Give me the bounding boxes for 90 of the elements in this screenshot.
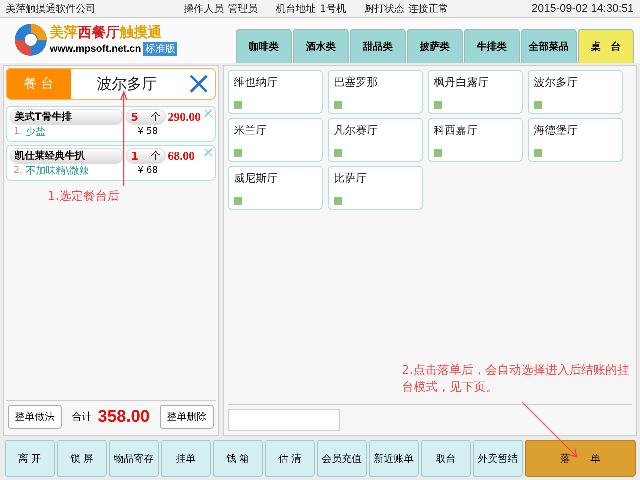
remove-icon[interactable]: [204, 148, 213, 157]
quantity-pill[interactable]: 1 个: [126, 148, 166, 164]
printer-label: 厨打状态: [364, 2, 404, 16]
quantity-pill[interactable]: 5 个: [126, 109, 166, 125]
total-label: 合计: [72, 410, 92, 424]
table-name: 威尼斯厅: [234, 171, 279, 186]
action-button[interactable]: 物品寄存: [109, 440, 159, 477]
table-tile[interactable]: 科西嘉厅: [428, 118, 523, 162]
table-tile[interactable]: 凡尔赛厅: [328, 118, 423, 162]
table-name: 科西嘉厅: [434, 123, 479, 138]
input-field[interactable]: [228, 409, 340, 431]
operator-label: 操作人员: [184, 2, 224, 16]
status-square-icon: [534, 101, 542, 109]
dish-name: 凯仕莱经典牛扒: [10, 148, 124, 164]
unit: 个: [151, 111, 161, 124]
edition-badge: 标准版: [143, 42, 178, 56]
category-tab[interactable]: 甜品类: [350, 29, 406, 63]
table-name: 凡尔赛厅: [334, 123, 379, 138]
note-index: 1.: [14, 127, 24, 137]
action-button[interactable]: 取台: [421, 440, 471, 477]
status-square-icon: [234, 149, 242, 157]
status-square-icon: [234, 197, 242, 205]
category-tab[interactable]: 全部菜品: [521, 29, 577, 63]
table-label: 餐 台: [7, 69, 71, 99]
status-square-icon: [334, 101, 342, 109]
quantity: 1: [131, 150, 139, 162]
close-icon: [189, 74, 209, 94]
category-tab[interactable]: 桌 台: [578, 29, 634, 63]
table-tile[interactable]: 维也纳厅: [228, 70, 323, 114]
table-tile[interactable]: 海德堡厅: [528, 118, 623, 162]
table-name: 米兰厅: [234, 123, 268, 138]
action-button[interactable]: 会员充值: [317, 440, 367, 477]
table-tile[interactable]: 米兰厅: [228, 118, 323, 162]
table-tile[interactable]: 巴塞罗那: [328, 70, 423, 114]
order-item-card[interactable]: 凯仕莱经典牛扒 1 个 68.00 2. 不加味精\微辣 ¥ 68: [6, 145, 216, 181]
table-name: 巴塞罗那: [334, 75, 379, 90]
action-button[interactable]: 落 单: [525, 440, 636, 477]
status-square-icon: [534, 149, 542, 157]
table-name: 枫丹白露厅: [434, 75, 490, 90]
unit: 个: [151, 150, 161, 163]
remove-icon[interactable]: [204, 109, 213, 118]
action-button[interactable]: 锁 屏: [57, 440, 107, 477]
action-button[interactable]: 新近账单: [369, 440, 419, 477]
action-button[interactable]: 估 清: [265, 440, 315, 477]
table-tile[interactable]: 比萨厅: [328, 166, 423, 210]
table-tile[interactable]: 波尔多厅: [528, 70, 623, 114]
dish-note: 不加味精\微辣: [26, 164, 90, 178]
category-tab[interactable]: 牛排类: [464, 29, 520, 63]
terminal-name: 1号机: [320, 2, 346, 16]
printer-status: 连接正常: [408, 2, 448, 16]
terminal-label: 机台地址: [276, 2, 316, 16]
action-button[interactable]: 挂单: [161, 440, 211, 477]
operator-name: 管理员: [228, 2, 258, 16]
status-square-icon: [334, 197, 342, 205]
order-item-card[interactable]: 美式T骨牛排 5 个 290.00 1. 少盐 ¥ 58: [6, 106, 216, 142]
logo-icon: [14, 23, 48, 57]
quantity: 5: [131, 110, 139, 124]
category-tab[interactable]: 披萨类: [407, 29, 463, 63]
logo-url: www.mpsoft.net.cn: [50, 44, 142, 54]
action-button[interactable]: 钱 箱: [213, 440, 263, 477]
company-name: 美萍触摸通软件公司: [6, 2, 97, 16]
status-square-icon: [434, 101, 442, 109]
selected-table-name: 波尔多厅: [96, 74, 158, 94]
note-index: 2.: [14, 166, 24, 176]
category-tab[interactable]: 酒水类: [293, 29, 349, 63]
table-name: 维也纳厅: [234, 75, 279, 90]
logo-title: 美萍西餐厅触摸通: [50, 24, 163, 42]
table-name: 比萨厅: [334, 171, 368, 186]
annotation-text: 2.点击落单后，会自动选择进入后结账的挂台模式，见下页。: [402, 362, 630, 396]
dish-note: 少盐: [26, 126, 47, 139]
table-name: 海德堡厅: [534, 123, 579, 138]
category-tab[interactable]: 咖啡类: [236, 29, 292, 63]
item-amount: 290.00: [168, 110, 201, 124]
table-tile[interactable]: 枫丹白露厅: [428, 70, 523, 114]
table-tile[interactable]: 威尼斯厅: [228, 166, 323, 210]
annotation-text: 1.选定餐台后: [48, 188, 120, 205]
status-square-icon: [334, 149, 342, 157]
order-method-button[interactable]: 整单做法: [8, 405, 62, 429]
unit-price: ¥ 58: [138, 127, 158, 137]
status-square-icon: [234, 101, 242, 109]
table-name: 波尔多厅: [534, 75, 579, 90]
action-button[interactable]: 外卖暂结: [473, 440, 523, 477]
action-button[interactable]: 离 开: [5, 440, 55, 477]
total-amount: 358.00: [98, 407, 150, 427]
item-amount: 68.00: [168, 148, 195, 164]
dish-name: 美式T骨牛排: [10, 109, 124, 125]
status-square-icon: [434, 149, 442, 157]
unit-price: ¥ 68: [138, 166, 158, 176]
delete-order-button[interactable]: 整单删除: [160, 405, 214, 429]
datetime: 2015-09-02 14:30:51: [532, 2, 634, 14]
